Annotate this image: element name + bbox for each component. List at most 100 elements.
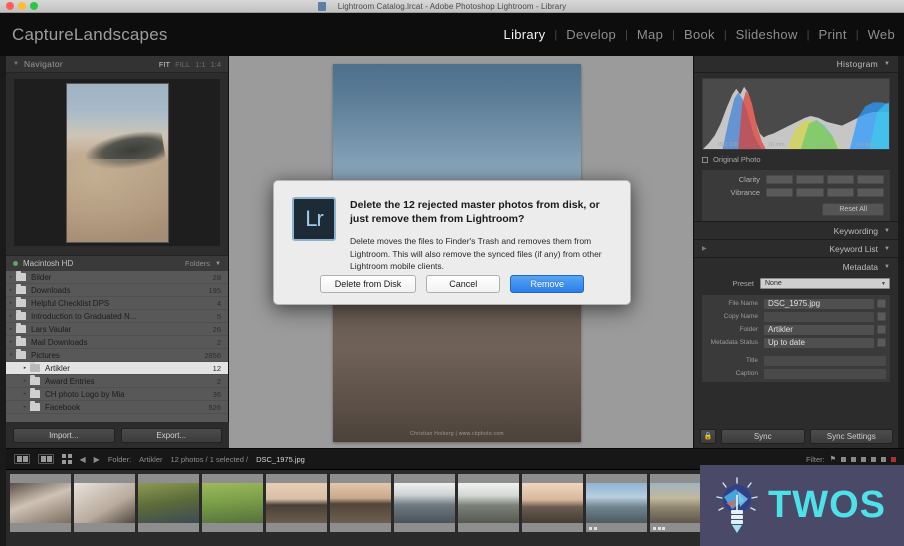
grid-view-toggle-icon[interactable] [14, 454, 30, 464]
chevron-down-icon[interactable]: ▼ [884, 246, 890, 252]
clarity-row[interactable]: Clarity [702, 173, 890, 186]
metadata-value[interactable] [764, 368, 886, 379]
cancel-button[interactable]: Cancel [426, 275, 501, 293]
folder-row[interactable]: ▸ Facebook 526 [6, 401, 228, 414]
metadata-section-header[interactable]: Metadata ▼ [694, 257, 898, 275]
zoom-1-1[interactable]: 1:1 [195, 60, 205, 69]
folder-row[interactable]: ▸ Bilder 28 [6, 271, 228, 284]
zoom-fill[interactable]: FILL [175, 60, 190, 69]
filmstrip-thumbnail[interactable] [522, 474, 583, 532]
filmstrip-thumbnail[interactable] [10, 474, 71, 532]
expander-icon[interactable]: ▸ [6, 274, 16, 280]
metadata-action-icon[interactable] [877, 338, 886, 347]
vibrance-increase-button[interactable] [826, 188, 854, 197]
filmstrip-thumbnail[interactable] [330, 474, 391, 532]
expander-icon[interactable]: ▸ [6, 287, 16, 293]
chevron-down-icon[interactable]: ▼ [884, 228, 890, 234]
previous-photo-icon[interactable]: ◀ [80, 455, 86, 464]
filmstrip-thumbnail[interactable] [266, 474, 327, 532]
flag-icon[interactable]: ⚑ [830, 455, 836, 463]
rating-star-icon[interactable] [851, 456, 856, 462]
expander-icon[interactable]: ▸ [6, 326, 16, 332]
folder-list[interactable]: ▸ Bilder 28 ▸ Downloads 195 ▸ Helpful Ch… [6, 271, 228, 422]
module-develop[interactable]: Develop [557, 27, 625, 42]
rating-star-icon[interactable] [861, 456, 866, 462]
selection-filename[interactable]: DSC_1975.jpg [256, 455, 305, 464]
filmstrip-thumbnail[interactable] [458, 474, 519, 532]
navigator-zoom-options[interactable]: FIT FILL 1:1 1:4 [159, 60, 221, 69]
chevron-down-icon[interactable]: ▼ [13, 61, 19, 67]
chevron-down-icon[interactable]: ▼ [215, 261, 221, 267]
filmstrip-thumbnail[interactable] [394, 474, 455, 532]
lock-icon[interactable]: 🔒 [700, 428, 716, 444]
folder-row[interactable]: ▸ Lars Vaular 26 [6, 323, 228, 336]
expander-icon[interactable]: ▸ [20, 391, 30, 397]
vibrance-row[interactable]: Vibrance [702, 186, 890, 199]
navigator-header[interactable]: ▼ Navigator FIT FILL 1:1 1:4 [6, 56, 228, 73]
metadata-action-icon[interactable] [877, 325, 886, 334]
module-picker[interactable]: Library | Develop | Map | Book | Slidesh… [495, 27, 904, 42]
filmstrip-grid-icon[interactable] [62, 454, 72, 464]
metadata-row[interactable]: Folder Artikler [702, 323, 890, 336]
histogram-header[interactable]: Histogram ▼ [694, 56, 898, 73]
module-web[interactable]: Web [859, 27, 904, 42]
clarity-stepper[interactable] [766, 175, 884, 184]
reset-all-button[interactable]: Reset All [822, 203, 884, 216]
filmstrip-thumbnail[interactable] [138, 474, 199, 532]
metadata-value[interactable] [764, 355, 886, 366]
folder-row[interactable]: ▸ Downloads 195 [6, 284, 228, 297]
metadata-row[interactable]: Copy Name [702, 310, 890, 323]
rating-star-icon[interactable] [871, 456, 876, 462]
metadata-value[interactable] [764, 311, 874, 322]
expander-icon[interactable]: ▸ [20, 378, 30, 384]
import-button[interactable]: Import... [13, 427, 115, 443]
checkbox-icon[interactable] [702, 156, 708, 163]
metadata-preset-row[interactable]: Preset None ▼ [694, 275, 898, 292]
clarity-increase-button[interactable] [826, 175, 854, 184]
vibrance-stepper[interactable] [766, 188, 884, 197]
navigator-preview[interactable] [14, 79, 220, 246]
chevron-right-icon[interactable]: ▶ [702, 245, 707, 252]
folder-row[interactable]: ▸ Introduction to Graduated N... 5 [6, 310, 228, 323]
next-photo-icon[interactable]: ▶ [94, 455, 100, 464]
original-photo-row[interactable]: Original Photo [702, 153, 890, 166]
folder-row[interactable]: ▸ CH photo Logo by Mia 36 [6, 388, 228, 401]
vibrance-increase-large-button[interactable] [856, 188, 884, 197]
expander-icon[interactable]: ▸ [20, 404, 30, 410]
folder-row[interactable]: ▸ Helpful Checklist DPS 4 [6, 297, 228, 310]
expander-icon[interactable]: ▸ [20, 365, 30, 371]
expander-icon[interactable]: ▸ [6, 339, 16, 345]
filmstrip-filters[interactable]: Filter: ⚑ [806, 455, 896, 464]
filmstrip-thumbnail[interactable] [586, 474, 647, 532]
filmstrip-thumbnail[interactable] [202, 474, 263, 532]
metadata-action-icon[interactable] [877, 299, 886, 308]
remove-button[interactable]: Remove [510, 275, 585, 293]
chevron-down-icon[interactable]: ▼ [884, 61, 890, 67]
metadata-action-icon[interactable] [877, 312, 886, 321]
chevron-down-icon[interactable]: ▼ [884, 264, 890, 270]
module-slideshow[interactable]: Slideshow [727, 27, 807, 42]
identity-plate[interactable]: CaptureLandscapes [12, 25, 168, 45]
metadata-row[interactable]: Caption [702, 367, 890, 380]
folder-row[interactable]: ▾ Pictures 2856 [6, 349, 228, 362]
vibrance-decrease-large-button[interactable] [766, 188, 794, 197]
expander-icon[interactable]: ▾ [6, 352, 16, 358]
module-map[interactable]: Map [628, 27, 672, 42]
clarity-increase-large-button[interactable] [856, 175, 884, 184]
folder-row[interactable]: ▸ Mail Downloads 2 [6, 336, 228, 349]
delete-from-disk-button[interactable]: Delete from Disk [319, 275, 417, 293]
clarity-decrease-large-button[interactable] [766, 175, 794, 184]
module-library[interactable]: Library [495, 27, 555, 42]
color-label-icon[interactable] [891, 456, 896, 462]
zoom-fit[interactable]: FIT [159, 60, 170, 69]
folder-row-selected[interactable]: ▸ Artikler 12 [6, 362, 228, 375]
loupe-view-toggle-icon[interactable] [38, 454, 54, 464]
expander-icon[interactable]: ▸ [6, 313, 16, 319]
keyword-list-section-header[interactable]: ▶ Keyword List ▼ [694, 239, 898, 257]
expander-icon[interactable]: ▸ [6, 300, 16, 306]
export-button[interactable]: Export... [120, 427, 222, 443]
vibrance-decrease-button[interactable] [796, 188, 824, 197]
metadata-row[interactable]: Metadata Status Up to date [702, 336, 890, 349]
folder-row[interactable]: ▸ Award Entries 2 [6, 375, 228, 388]
metadata-row[interactable]: File Name DSC_1975.jpg [702, 297, 890, 310]
